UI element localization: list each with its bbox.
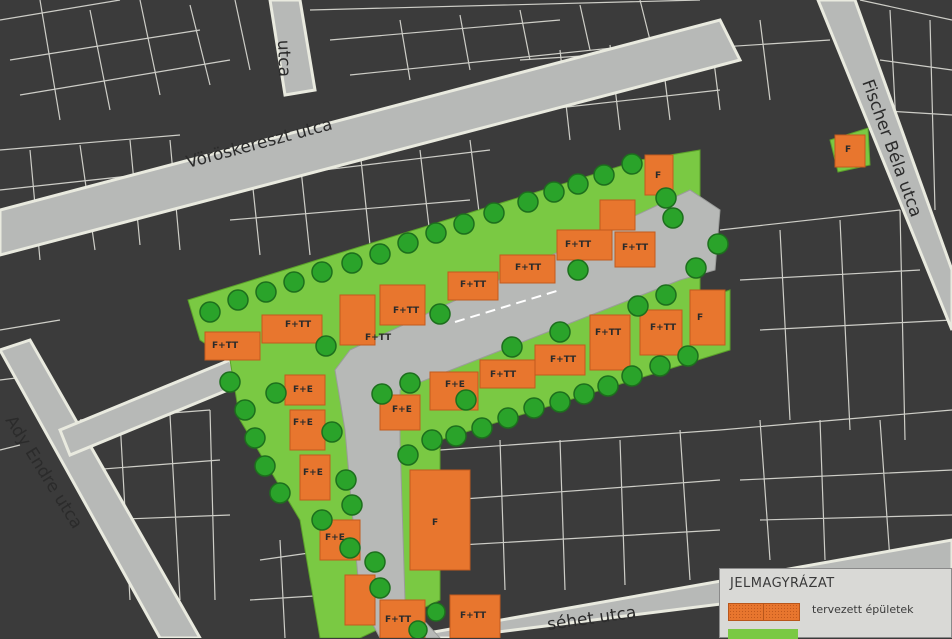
plot-label: F+E (445, 380, 465, 390)
plot-label: F+TT (393, 306, 420, 316)
legend-title: JELMAGYRÁZAT (730, 576, 835, 591)
plot-label: F+TT (285, 320, 312, 330)
site-plan-map: F+TT F+TT F+TT F+TT F+TT F+TT F+TT F+TT … (0, 0, 952, 638)
plot-label: F+TT (565, 240, 592, 250)
street-name-top-left: utca (273, 39, 294, 77)
plot-label: F+TT (212, 341, 239, 351)
plot-label: F+TT (385, 615, 412, 625)
plot-label: F+TT (550, 355, 577, 365)
plot-label: F+E (303, 468, 323, 478)
plot-label: F+TT (650, 323, 677, 333)
plot-label: F+TT (595, 328, 622, 338)
plot-label: F+TT (515, 263, 542, 273)
plot-label: F+TT (460, 280, 487, 290)
legend: JELMAGYRÁZAT tervezett épületek (719, 568, 952, 639)
plot-label: F (432, 518, 438, 528)
plot-label: F+TT (490, 370, 517, 380)
plot-label: F (845, 145, 851, 155)
plot-label: F (697, 313, 703, 323)
plot-label: F+E (392, 405, 412, 415)
legend-swatch-planned-buildings (728, 603, 800, 621)
legend-item-label: tervezett épületek (812, 603, 914, 616)
plot-label: F+E (293, 418, 313, 428)
plot-label: F+TT (365, 333, 392, 343)
plot-label: F+TT (622, 243, 649, 253)
plot-label: F+E (293, 385, 313, 395)
plot-label: F (655, 171, 661, 181)
plot-label: F+TT (460, 611, 487, 621)
